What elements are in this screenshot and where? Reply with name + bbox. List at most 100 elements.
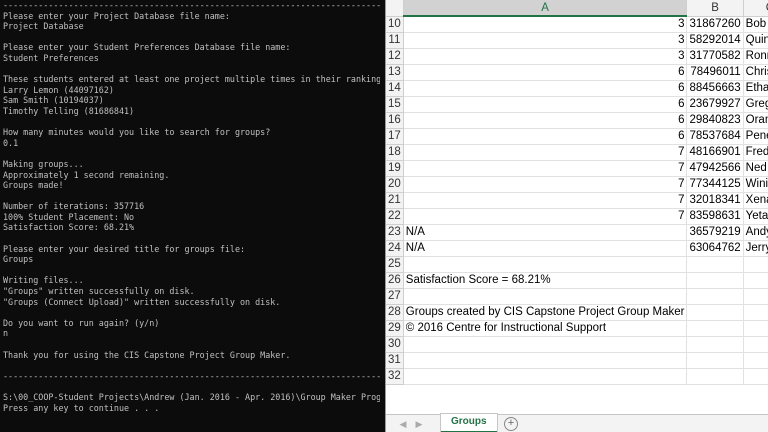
cell-student-id[interactable]: 31770582 [686,48,744,65]
cell-student-id[interactable]: 83598631 [686,208,744,225]
cell-first-name[interactable] [743,256,768,273]
cell[interactable] [743,320,768,337]
cell-group[interactable]: 3 [403,32,688,49]
cell-student-id[interactable]: 29840823 [686,112,744,129]
cell-student-id[interactable] [686,336,744,353]
row-header[interactable]: 24 [386,240,404,257]
cell-group[interactable]: 7 [403,144,688,161]
cell-student-id[interactable]: 32018341 [686,192,744,209]
select-all-corner[interactable] [386,0,404,17]
cell-first-name[interactable]: Chris [743,64,768,81]
console-window[interactable]: ----------------------------------------… [0,0,385,432]
cell-group[interactable] [403,368,688,385]
row-header[interactable]: 11 [386,32,404,49]
cell-group[interactable]: 3 [403,16,688,33]
cell[interactable] [743,272,768,289]
column-header-b[interactable]: B [686,0,744,17]
row-header[interactable]: 19 [386,160,404,177]
cell-note[interactable]: Groups created by CIS Capstone Project G… [403,304,688,321]
cell-first-name[interactable]: Penelope [743,128,768,145]
cell-student-id[interactable]: 88456663 [686,80,744,97]
cell-student-id[interactable]: 31867260 [686,16,744,33]
cell-student-id[interactable]: 77344125 [686,176,744,193]
cell-group[interactable]: 7 [403,192,688,209]
sheet-tab-groups[interactable]: Groups [441,414,497,432]
cell-group[interactable]: 6 [403,80,688,97]
column-header-c[interactable]: C [743,0,768,17]
row-header[interactable]: 30 [386,336,404,353]
cell-first-name[interactable]: Winifred [743,176,768,193]
cell[interactable] [686,272,744,289]
row-header[interactable]: 17 [386,128,404,145]
cell-student-id[interactable]: 47942566 [686,160,744,177]
cell[interactable] [686,304,744,321]
cell-student-id[interactable] [686,256,744,273]
cell-group[interactable]: 6 [403,128,688,145]
cell-group[interactable]: 7 [403,208,688,225]
cell-group[interactable] [403,336,688,353]
cell-first-name[interactable]: Ned [743,160,768,177]
cell-group[interactable] [403,256,688,273]
cell-first-name[interactable] [743,288,768,305]
cell-first-name[interactable] [743,368,768,385]
row-header[interactable]: 15 [386,96,404,113]
row-header[interactable]: 21 [386,192,404,209]
cell-first-name[interactable]: Bob [743,16,768,33]
cell-first-name[interactable]: Andy [743,224,768,241]
cell-first-name[interactable]: Xena [743,192,768,209]
row-header[interactable]: 23 [386,224,404,241]
row-header[interactable]: 13 [386,64,404,81]
cell[interactable] [686,320,744,337]
cell-student-id[interactable]: 63064762 [686,240,744,257]
scroll-tabs-left-icon[interactable]: ◀ [398,418,408,430]
row-header[interactable]: 32 [386,368,404,385]
cell-note[interactable]: © 2016 Centre for Instructional Support [403,320,688,337]
cell-group[interactable]: N/A [403,240,688,257]
row-header[interactable]: 28 [386,304,404,321]
row-header[interactable]: 29 [386,320,404,337]
cell-first-name[interactable]: Ronny [743,48,768,65]
cell-student-id[interactable] [686,352,744,369]
cell-first-name[interactable]: Yeta [743,208,768,225]
row-header[interactable]: 26 [386,272,404,289]
cell-student-id[interactable]: 23679927 [686,96,744,113]
cell-first-name[interactable]: Quinelle [743,32,768,49]
cell-first-name[interactable] [743,336,768,353]
cell-note[interactable]: Satisfaction Score = 68.21% [403,272,688,289]
row-header[interactable]: 18 [386,144,404,161]
spreadsheet-pane[interactable]: A B C D E F 10331867260BobButterfly11358… [385,0,768,432]
cell-group[interactable] [403,352,688,369]
row-header[interactable]: 31 [386,352,404,369]
cell-group[interactable]: 7 [403,176,688,193]
cell-student-id[interactable]: 78537684 [686,128,744,145]
cell-student-id[interactable] [686,368,744,385]
cell-group[interactable]: 3 [403,48,688,65]
cell-group[interactable]: N/A [403,224,688,241]
cell-group[interactable]: 6 [403,112,688,129]
cell-first-name[interactable]: Freddy [743,144,768,161]
cell-student-id[interactable]: 36579219 [686,224,744,241]
row-header[interactable]: 14 [386,80,404,97]
row-header[interactable]: 10 [386,16,404,33]
cell-first-name[interactable] [743,352,768,369]
cell-student-id[interactable] [686,288,744,305]
cell-group[interactable]: 6 [403,96,688,113]
row-header[interactable]: 27 [386,288,404,305]
cell-student-id[interactable]: 58292014 [686,32,744,49]
spreadsheet-grid[interactable]: A B C D E F 10331867260BobButterfly11358… [386,0,768,385]
cell-first-name[interactable]: Gregory [743,96,768,113]
cell-student-id[interactable]: 48166901 [686,144,744,161]
cell-first-name[interactable]: Ethan [743,80,768,97]
cell[interactable] [743,304,768,321]
scroll-tabs-right-icon[interactable]: ▶ [414,418,424,430]
row-header[interactable]: 16 [386,112,404,129]
cell-student-id[interactable]: 78496011 [686,64,744,81]
cell-group[interactable] [403,288,688,305]
column-header-a[interactable]: A [403,0,688,17]
row-header[interactable]: 22 [386,208,404,225]
cell-first-name[interactable]: Oram [743,112,768,129]
row-header[interactable]: 12 [386,48,404,65]
row-header[interactable]: 20 [386,176,404,193]
cell-group[interactable]: 7 [403,160,688,177]
plus-circle-icon[interactable]: + [504,417,518,431]
